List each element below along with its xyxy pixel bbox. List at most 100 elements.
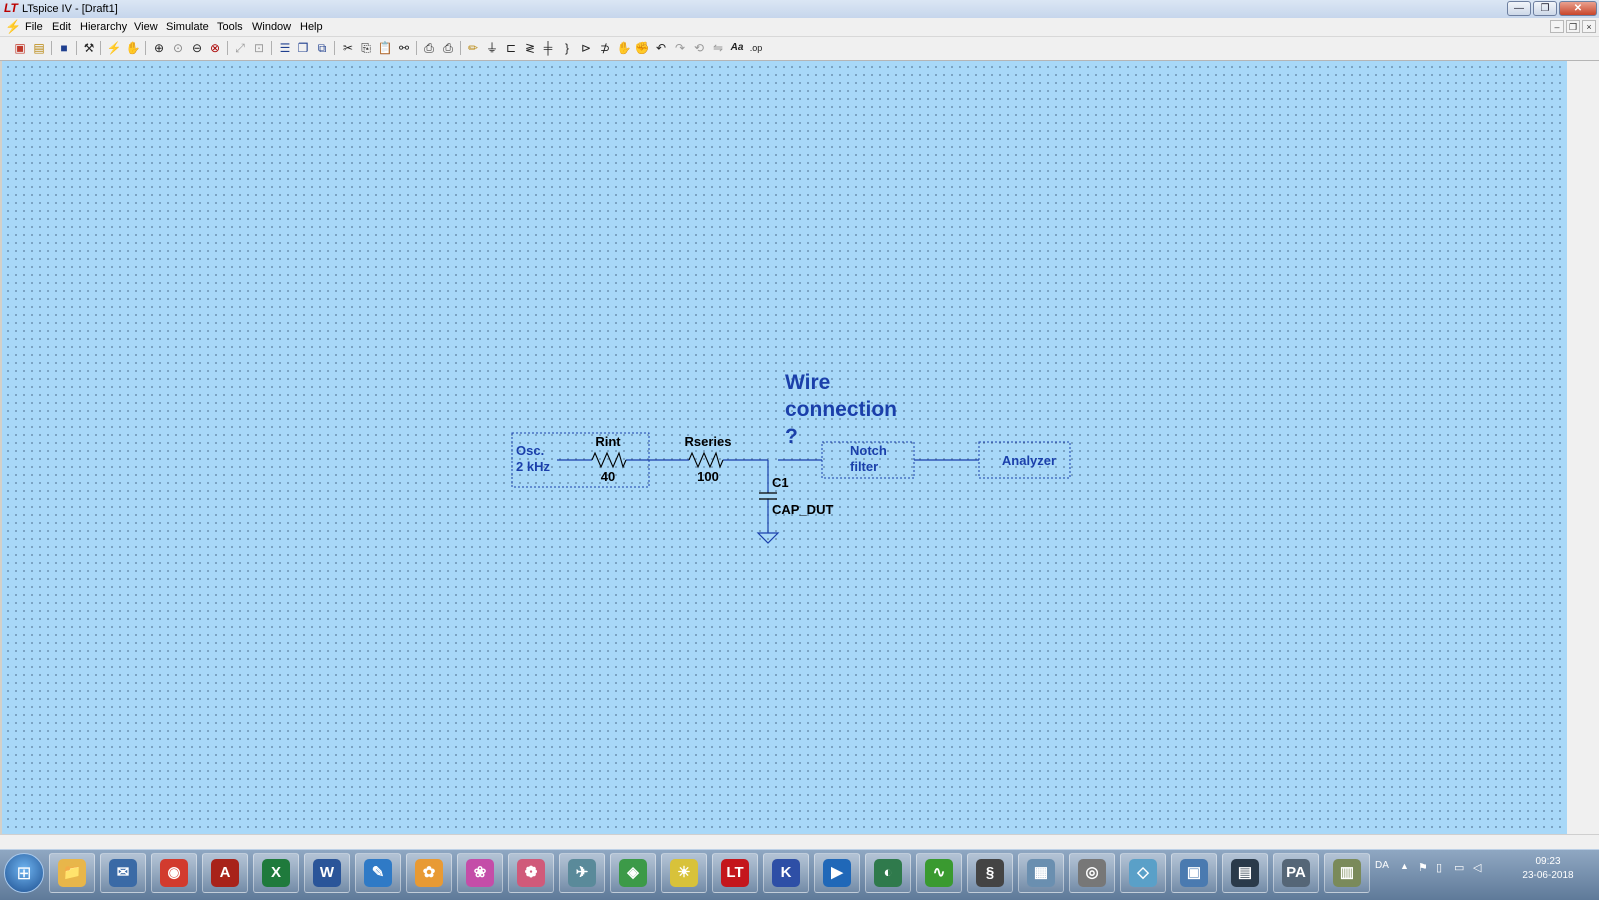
taskbar-app-ltspice[interactable]: LT xyxy=(712,853,758,893)
wires[interactable] xyxy=(557,459,979,533)
taskbar-app-word[interactable]: W xyxy=(304,853,350,893)
cut-icon[interactable]: ✂ xyxy=(340,40,356,56)
taskbar-app-signal-app[interactable]: ∿ xyxy=(916,853,962,893)
zoom-out-icon[interactable]: ⊖ xyxy=(189,40,205,56)
device-icon[interactable]: ▯ xyxy=(1436,861,1442,874)
taskbar-app-disk-app[interactable]: ◎ xyxy=(1069,853,1115,893)
taskbar-app-monitor-app[interactable]: ▣ xyxy=(1171,853,1217,893)
word-icon: W xyxy=(313,859,341,887)
menu-edit[interactable]: Edit xyxy=(52,21,71,33)
ground-icon[interactable]: ⏚ xyxy=(484,40,500,56)
orchid-app-icon: ❀ xyxy=(466,859,494,887)
zoom-fit-icon[interactable]: ⊗ xyxy=(207,40,223,56)
close-all-icon[interactable]: ⧉ xyxy=(314,40,330,56)
taskbar-app-bulb-app[interactable]: ☀ xyxy=(661,853,707,893)
control-panel-icon[interactable]: ⚒ xyxy=(81,40,97,56)
taskbar-app-excel[interactable]: X xyxy=(253,853,299,893)
copy-icon[interactable]: ⎘ xyxy=(358,40,374,56)
taskbar-app-scope-app[interactable]: ▤ xyxy=(1222,853,1268,893)
taskbar-app-chrome[interactable]: ◉ xyxy=(151,853,197,893)
system-tray: DA ▲ ⚑ ▯ ▭ ◁ 09:23 23-06-2018 xyxy=(1360,850,1599,900)
flower-app-icon: ✿ xyxy=(415,859,443,887)
ground-symbol[interactable] xyxy=(756,532,780,544)
cascade-icon[interactable]: ❐ xyxy=(295,40,311,56)
print-icon[interactable]: ⎙ xyxy=(440,40,456,56)
taskbar-app-coil-app[interactable]: § xyxy=(967,853,1013,893)
new-schematic-icon[interactable]: ▣ xyxy=(12,40,28,56)
capacitor-icon[interactable]: ╪ xyxy=(540,40,556,56)
tile-horizontal-icon[interactable]: ☰ xyxy=(277,40,293,56)
menu-window[interactable]: Window xyxy=(252,21,291,33)
doc-close-button[interactable]: × xyxy=(1582,20,1596,33)
find-icon[interactable]: ⚯ xyxy=(396,40,412,56)
taskbar-app-eraser-app[interactable]: ◇ xyxy=(1120,853,1166,893)
taskbar-app-pa-app[interactable]: PA xyxy=(1273,853,1319,893)
rint-resistor[interactable] xyxy=(591,451,627,469)
minimize-button[interactable]: — xyxy=(1507,1,1531,16)
start-button[interactable]: ⊞ xyxy=(4,853,44,893)
doc-restore-button[interactable]: ❐ xyxy=(1566,20,1580,33)
taskbar-app-media-app[interactable]: ▶ xyxy=(814,853,860,893)
schematic-canvas[interactable]: Wire connection ? Osc. 2 kHz Rint 40 Rse… xyxy=(2,61,1568,834)
language-indicator[interactable]: DA xyxy=(1375,860,1389,871)
inductor-icon[interactable]: } xyxy=(559,40,575,56)
menu-simulate[interactable]: Simulate xyxy=(166,21,209,33)
excel-icon: X xyxy=(262,859,290,887)
rotate-icon[interactable]: ⟲ xyxy=(691,40,707,56)
menu-file[interactable]: File xyxy=(25,21,43,33)
resistor-icon[interactable]: ≷ xyxy=(522,40,538,56)
maximize-button[interactable]: ❐ xyxy=(1533,1,1557,16)
taskbar: ⊞ 📁 ✉ ◉ A X W ✎ ✿ ❀ ❁ ✈ ◈ ☀ LT K ▶ ◐ ∿ § ▦ ◎ ◇ ▣ ▤ PA ▥ DA ▲ ⚑ ▯ … xyxy=(0,849,1599,900)
diode-icon[interactable]: ⊳ xyxy=(578,40,594,56)
taskbar-app-board-app[interactable]: ◈ xyxy=(610,853,656,893)
taskbar-app-explorer[interactable]: 📁 xyxy=(49,853,95,893)
print-setup-icon[interactable]: ⎙ xyxy=(421,40,437,56)
taskbar-app-green-app[interactable]: ◐ xyxy=(865,853,911,893)
open-icon[interactable]: ▤ xyxy=(31,40,47,56)
run-icon[interactable]: ⚡ xyxy=(106,40,122,56)
taskbar-app-orchid-app[interactable]: ❀ xyxy=(457,853,503,893)
mirror-icon[interactable]: ⇋ xyxy=(710,40,726,56)
view-icon[interactable]: ⊡ xyxy=(251,40,267,56)
action-center-icon[interactable]: ⚑ xyxy=(1418,861,1428,874)
ltspice-app-icon[interactable]: LT xyxy=(4,2,18,14)
menu-hierarchy[interactable]: Hierarchy xyxy=(80,21,127,33)
taskbar-app-lily-app[interactable]: ❁ xyxy=(508,853,554,893)
component-icon[interactable]: ⊅ xyxy=(597,40,613,56)
halt-icon[interactable]: ✋ xyxy=(125,40,141,56)
taskbar-app-flower-app[interactable]: ✿ xyxy=(406,853,452,893)
satellite-app-icon: ✈ xyxy=(568,859,596,887)
move-icon[interactable]: ✋ xyxy=(616,40,632,56)
rseries-name: Rseries xyxy=(685,434,732,449)
zoom-pan-icon[interactable]: ⊙ xyxy=(170,40,186,56)
close-button[interactable]: ✕ xyxy=(1559,1,1597,16)
taskbar-app-pen-tool[interactable]: ✎ xyxy=(355,853,401,893)
c1-capacitor[interactable] xyxy=(759,492,777,500)
taskbar-app-thunderbird[interactable]: ✉ xyxy=(100,853,146,893)
menu-view[interactable]: View xyxy=(134,21,158,33)
clock[interactable]: 09:23 23-06-2018 xyxy=(1508,855,1588,883)
taskbar-app-satellite-app[interactable]: ✈ xyxy=(559,853,605,893)
menu-help[interactable]: Help xyxy=(300,21,323,33)
menu-tools[interactable]: Tools xyxy=(217,21,243,33)
redo-icon[interactable]: ↷ xyxy=(672,40,688,56)
spice-directive-icon[interactable]: .op xyxy=(748,40,764,56)
rseries-resistor[interactable] xyxy=(688,451,724,469)
taskbar-app-kicad[interactable]: K xyxy=(763,853,809,893)
schematic-doc-icon[interactable]: ⚡ xyxy=(5,20,21,33)
doc-minimize-button[interactable]: – xyxy=(1550,20,1564,33)
text-icon[interactable]: Aa xyxy=(729,40,745,56)
volume-icon[interactable]: ◁ xyxy=(1473,861,1481,874)
undo-icon[interactable]: ↶ xyxy=(653,40,669,56)
taskbar-app-acrobat[interactable]: A xyxy=(202,853,248,893)
tray-expand-icon[interactable]: ▲ xyxy=(1400,861,1409,871)
save-icon[interactable]: ■ xyxy=(56,40,72,56)
label-net-icon[interactable]: ⊏ xyxy=(503,40,519,56)
paste-icon[interactable]: 📋 xyxy=(377,40,393,56)
drag-icon[interactable]: ✊ xyxy=(634,40,650,56)
draw-wire-icon[interactable]: ✏ xyxy=(465,40,481,56)
network-icon[interactable]: ▭ xyxy=(1454,861,1464,874)
taskbar-app-calculator[interactable]: ▦ xyxy=(1018,853,1064,893)
autoscale-icon[interactable]: ⤢ xyxy=(232,40,248,56)
zoom-in-icon[interactable]: ⊕ xyxy=(151,40,167,56)
